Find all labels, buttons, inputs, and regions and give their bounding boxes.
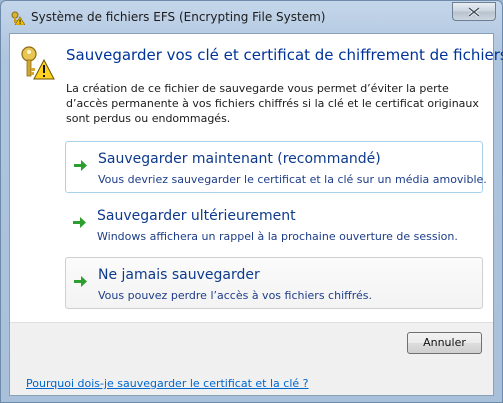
dialog-footer: Annuler Pourquoi dois-je sauvegarder le … bbox=[10, 323, 493, 395]
option-never-backup[interactable]: Ne jamais sauvegarder Vous pouvez perdre… bbox=[65, 257, 483, 309]
help-link[interactable]: Pourquoi dois-je sauvegarder le certific… bbox=[26, 377, 308, 390]
efs-key-warning-icon bbox=[11, 10, 26, 26]
window-title: Système de fichiers EFS (Encrypting File… bbox=[31, 10, 326, 24]
close-button[interactable] bbox=[452, 2, 496, 21]
efs-dialog-window: Système de fichiers EFS (Encrypting File… bbox=[0, 0, 503, 403]
option-subtitle: Vous devriez sauvegarder le certificat e… bbox=[98, 173, 487, 186]
option-title: Sauvegarder maintenant (recommandé) bbox=[98, 151, 381, 167]
green-arrow-icon bbox=[74, 272, 87, 287]
option-title: Sauvegarder ultérieurement bbox=[97, 208, 296, 224]
cancel-button[interactable]: Annuler bbox=[407, 332, 482, 354]
option-subtitle: Vous pouvez perdre l’accès à vos fichier… bbox=[98, 289, 372, 302]
close-icon bbox=[468, 7, 480, 17]
description-text: La création de ce fichier de sauvegarde … bbox=[66, 82, 479, 125]
title-bar[interactable]: Système de fichiers EFS (Encrypting File… bbox=[1, 1, 502, 33]
green-arrow-icon bbox=[73, 213, 86, 228]
option-title: Ne jamais sauvegarder bbox=[98, 267, 260, 283]
option-subtitle: Windows affichera un rappel à la prochai… bbox=[97, 230, 458, 243]
dialog-content: Sauvegarder vos clé et certificat de chi… bbox=[9, 33, 503, 396]
page-title: Sauvegarder vos clé et certificat de chi… bbox=[66, 46, 503, 64]
option-backup-now[interactable]: Sauvegarder maintenant (recommandé) Vous… bbox=[65, 141, 487, 193]
green-arrow-icon bbox=[74, 156, 87, 171]
option-backup-later[interactable]: Sauvegarder ultérieurement Windows affic… bbox=[65, 199, 483, 251]
key-warning-icon bbox=[19, 46, 55, 80]
